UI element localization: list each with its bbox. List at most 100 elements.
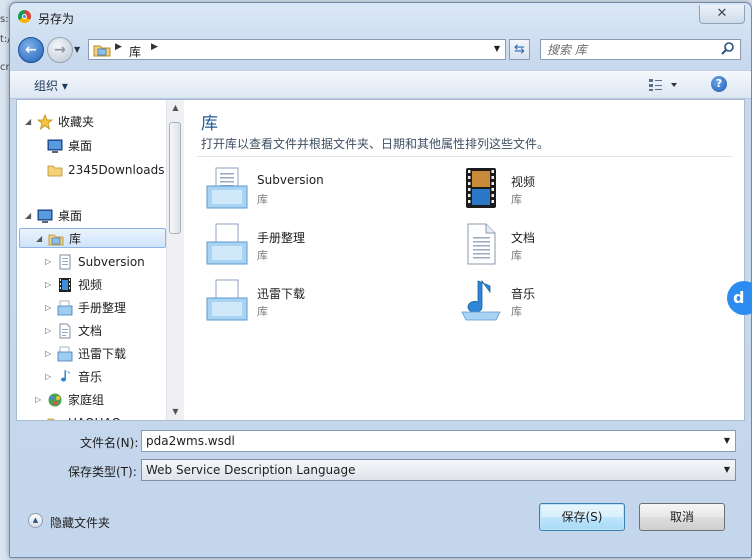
window-title: 另存为 xyxy=(38,12,75,26)
expanded-arrow-icon[interactable]: ◢ xyxy=(25,112,31,132)
navigation-scrollbar[interactable]: ▲ ▼ xyxy=(166,100,184,420)
nav-item[interactable]: ◢ 桌面 xyxy=(17,206,164,226)
back-button[interactable]: ← xyxy=(18,37,44,63)
nav-item[interactable]: ▷ 迅雷下载 xyxy=(17,344,164,364)
nav-item[interactable]: ▷ 视频 xyxy=(17,275,164,295)
chevron-down-icon[interactable]: ▼ xyxy=(724,436,730,445)
library-folder-icon xyxy=(204,222,250,268)
library-heading: 库 xyxy=(201,114,218,134)
library-tile-type: 库 xyxy=(257,249,268,262)
close-button[interactable]: ✕ xyxy=(699,5,745,24)
nav-item[interactable]: ◢ 收藏夹 xyxy=(17,112,164,132)
nav-item-label: HAOHAO xyxy=(68,413,121,420)
save-button[interactable]: 保存(S) xyxy=(539,503,625,531)
nav-item-label: 库 xyxy=(69,232,82,246)
nav-item-label: 迅雷下载 xyxy=(78,347,127,361)
view-options-icon xyxy=(649,79,677,91)
chevron-up-icon: ▲ xyxy=(28,513,43,528)
nav-item[interactable]: ▷ 手册整理 xyxy=(17,298,164,318)
search-icon[interactable] xyxy=(720,41,736,57)
library-tile-name: 视频 xyxy=(511,175,536,189)
nav-item[interactable]: ▷ Subversion xyxy=(17,252,164,272)
search-input[interactable] xyxy=(547,42,712,57)
library-tile-name: 文档 xyxy=(511,231,536,245)
divider xyxy=(197,156,732,157)
change-view-button[interactable] xyxy=(647,76,683,93)
library-tile[interactable]: 迅雷下载库 xyxy=(204,278,444,328)
command-toolbar: 组织 ▾ ? xyxy=(10,70,751,99)
scroll-down-icon[interactable]: ▼ xyxy=(167,404,184,420)
nav-item-label: 桌面 xyxy=(58,209,83,223)
library-tile[interactable]: 手册整理库 xyxy=(204,222,444,272)
nav-item[interactable]: ▷ 音乐 xyxy=(17,367,164,387)
nav-item[interactable]: ▷ 文档 xyxy=(17,321,164,341)
collapsed-arrow-icon[interactable]: ▷ xyxy=(35,413,41,420)
cancel-button[interactable]: 取消 xyxy=(639,503,725,531)
desktop-icon xyxy=(37,208,53,230)
title-bar[interactable]: 另存为 ✕ xyxy=(10,3,751,29)
nav-item-label: 视频 xyxy=(78,278,103,292)
collapsed-arrow-icon[interactable]: ▷ xyxy=(45,298,51,318)
help-button[interactable]: ? xyxy=(711,76,727,92)
subversion-icon xyxy=(57,254,73,276)
library-tile[interactable]: Subversion 库 xyxy=(204,166,444,216)
collapsed-arrow-icon[interactable]: ▷ xyxy=(45,252,51,272)
filename-input[interactable] xyxy=(146,433,706,449)
search-box[interactable] xyxy=(540,39,741,60)
nav-item-label: 手册整理 xyxy=(78,301,127,315)
filename-combobox[interactable]: ▼ xyxy=(141,430,736,452)
nav-item-label: Subversion xyxy=(78,255,145,269)
organize-menu[interactable]: 组织 ▾ xyxy=(34,77,68,94)
save-as-dialog: 另存为 ✕ ← → ▼ ▶ 库 ▶ ▼ ⇆ 组织 ▾ xyxy=(9,2,752,558)
forward-button[interactable]: → xyxy=(47,37,73,63)
nav-item[interactable]: ▷ 家庭组 xyxy=(17,390,164,410)
nav-item-label: 收藏夹 xyxy=(58,115,95,129)
browser-content: ◢ 收藏夹 桌面 2345Downloads ◢ 桌面 ◢ 库 ▷ Subversion ▷ 视频 ▷ 手… xyxy=(16,99,745,421)
filename-label: 文件名(N): xyxy=(80,436,139,450)
address-bar[interactable]: ▶ 库 ▶ ▼ xyxy=(88,39,506,60)
breadcrumb-library[interactable]: 库 xyxy=(129,43,141,60)
library-folder-icon xyxy=(93,45,111,57)
collapsed-arrow-icon[interactable]: ▷ xyxy=(35,390,41,410)
library-tile-type: 库 xyxy=(511,193,522,206)
background-page-text: s: xyxy=(0,14,9,25)
expanded-arrow-icon[interactable]: ◢ xyxy=(36,229,42,249)
homegroup-icon xyxy=(47,392,63,414)
refresh-icon: ⇆ xyxy=(514,42,525,57)
library-tile-name: 手册整理 xyxy=(257,231,306,245)
collapsed-arrow-icon[interactable]: ▷ xyxy=(45,321,51,341)
library-tile-type: 库 xyxy=(511,305,522,318)
user-folder-icon xyxy=(47,415,63,420)
library-tile[interactable]: 音乐库 xyxy=(458,278,698,328)
address-history-dropdown[interactable]: ▼ xyxy=(494,44,500,53)
nav-item-label: 音乐 xyxy=(78,370,103,384)
collapsed-arrow-icon[interactable]: ▷ xyxy=(45,367,51,387)
scroll-up-icon[interactable]: ▲ xyxy=(167,100,184,116)
refresh-button[interactable]: ⇆ xyxy=(509,39,530,60)
library-tile-type: 库 xyxy=(257,193,268,206)
library-tile[interactable]: 视频库 xyxy=(458,166,698,216)
expanded-arrow-icon[interactable]: ◢ xyxy=(25,206,31,226)
library-tile-name: 音乐 xyxy=(511,287,536,301)
collapsed-arrow-icon[interactable]: ▷ xyxy=(45,344,51,364)
breadcrumb-separator-icon[interactable]: ▶ xyxy=(115,42,122,52)
navigation-pane: ◢ 收藏夹 桌面 2345Downloads ◢ 桌面 ◢ 库 ▷ Subversion ▷ 视频 ▷ 手… xyxy=(17,100,166,420)
chevron-down-icon[interactable]: ▼ xyxy=(724,465,730,474)
library-tile-type: 库 xyxy=(511,249,522,262)
chrome-icon xyxy=(18,10,31,23)
nav-item[interactable]: 2345Downloads xyxy=(17,160,164,180)
collapsed-arrow-icon[interactable]: ▷ xyxy=(45,275,51,295)
filetype-select[interactable]: Web Service Description Language ▼ xyxy=(141,459,736,481)
nav-item[interactable]: 桌面 xyxy=(17,136,164,156)
nav-item[interactable]: ◢ 库 xyxy=(19,228,166,248)
recent-pages-dropdown[interactable]: ▼ xyxy=(74,45,80,54)
chevron-down-icon: ▼ xyxy=(74,45,81,54)
nav-item[interactable]: ▷ HAOHAO xyxy=(17,413,164,420)
library-tile-name: 迅雷下载 xyxy=(257,287,306,301)
library-folder-icon xyxy=(57,300,73,322)
video-icon xyxy=(458,166,504,212)
breadcrumb-separator-icon[interactable]: ▶ xyxy=(151,42,158,52)
document-icon xyxy=(57,323,73,345)
scrollbar-thumb[interactable] xyxy=(169,122,181,234)
library-tile[interactable]: 文档库 xyxy=(458,222,698,272)
